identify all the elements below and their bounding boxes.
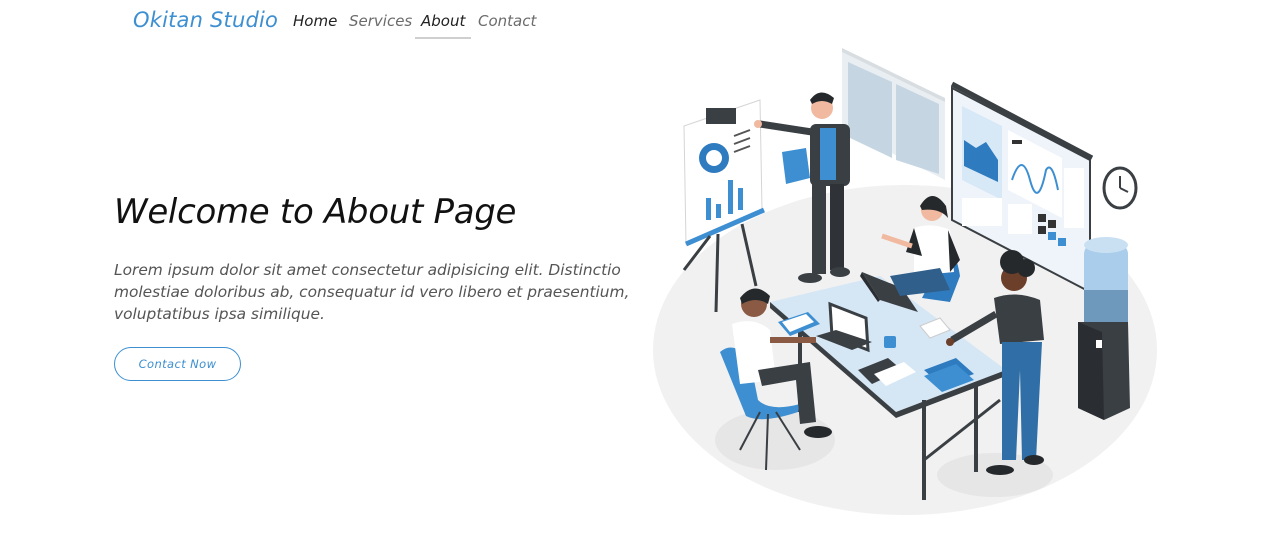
nav-link-home[interactable]: Home [287,12,343,38]
clock-shape [1102,166,1138,210]
navbar: Okitan Studio Home Services About Contac… [0,0,1280,44]
window-shape [842,48,945,180]
hero-description: Lorem ipsum dolor sit amet consectetur a… [114,261,630,323]
team-meeting-illustration [653,48,1157,515]
nav-link-about[interactable]: About [415,12,472,39]
water-cooler-shape [1078,237,1130,420]
nav-link-contact[interactable]: Contact [472,12,542,38]
page-title: Welcome to About Page [114,192,517,232]
contact-now-button[interactable]: Contact Now [114,347,241,381]
nav-link-services[interactable]: Services [343,12,418,38]
brand-logo[interactable]: Okitan Studio [133,8,278,32]
